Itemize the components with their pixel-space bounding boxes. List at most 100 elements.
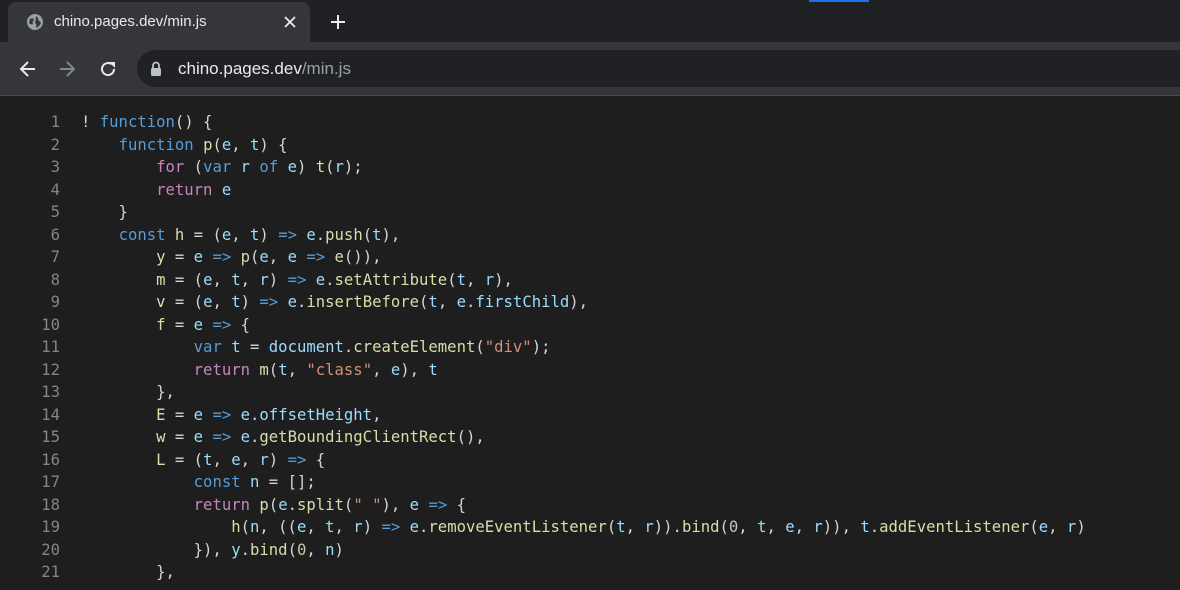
code-token: e [287, 248, 297, 266]
reload-icon[interactable] [94, 55, 122, 83]
code-token: => [306, 248, 326, 266]
code-token: . [296, 293, 307, 311]
line-code: function p(e, t) { [81, 134, 288, 157]
code-token: ( [268, 495, 279, 514]
code-token: )). [653, 518, 682, 536]
code-token: r [259, 450, 269, 469]
code-token: , [372, 405, 382, 424]
code-token: ()), [343, 248, 382, 266]
code-token: }, [81, 563, 175, 581]
code-token: , [306, 540, 326, 559]
code-token: createElement [353, 338, 476, 356]
code-token: (), [456, 428, 485, 446]
code-token: = ( [165, 270, 204, 289]
code-token: t [860, 518, 870, 536]
code-token: , [372, 360, 391, 379]
code-token: t [325, 518, 335, 536]
code-token: of [259, 158, 279, 176]
code-token: removeEventListener [428, 518, 607, 536]
code-token: t [616, 518, 626, 536]
code-token: t [231, 293, 241, 311]
code-token: r [240, 158, 251, 176]
code-token: ( [1029, 518, 1039, 536]
code-token: ), [400, 360, 429, 379]
line-number: 16 [41, 450, 60, 469]
code-token: n [250, 518, 260, 536]
code-token: , [794, 518, 814, 536]
line-number: 13 [41, 383, 60, 401]
browser-toolbar: chino.pages.dev/min.js [0, 42, 1180, 95]
code-token: () { [174, 113, 213, 131]
code-token: ( [362, 225, 373, 244]
code-token: offsetHeight [259, 405, 373, 424]
code-token: , [437, 293, 457, 311]
code-token: , [287, 360, 307, 379]
code-token: , [212, 450, 232, 469]
source-code-view[interactable]: 1! function() {2 function p(e, t) {3 for… [0, 96, 1180, 590]
line-number: 7 [50, 248, 60, 266]
code-token: , [1048, 518, 1067, 536]
code-token: ( [325, 158, 335, 176]
code-token: e [390, 360, 401, 379]
code-token: ( [419, 293, 429, 311]
line-number: 12 [41, 360, 60, 379]
tab-active[interactable]: chino.pages.dev/min.js [8, 2, 310, 42]
code-token: m [156, 270, 166, 289]
url-text[interactable]: chino.pages.dev/min.js [178, 59, 351, 79]
code-line: 17 const n = []; [0, 471, 1180, 494]
address-bar[interactable]: chino.pages.dev/min.js [137, 50, 1180, 87]
code-token: , [240, 270, 260, 289]
code-token: , [212, 270, 232, 289]
code-token: t [250, 225, 260, 244]
code-token: return [193, 360, 251, 379]
line-code: const n = []; [81, 471, 316, 494]
plus-icon[interactable] [325, 9, 351, 35]
code-token: function [118, 135, 194, 154]
code-token: y [156, 248, 166, 266]
code-line: 2 function p(e, t) { [0, 134, 1180, 157]
code-token: . [869, 518, 880, 536]
close-icon[interactable] [280, 12, 300, 32]
code-token: addEventListener [879, 518, 1030, 536]
code-token: e [259, 248, 269, 266]
code-token: ); [343, 158, 363, 176]
code-token: firstChild [475, 293, 570, 311]
code-token: { [447, 495, 466, 514]
code-token: ), [381, 225, 401, 244]
line-code: for (var r of e) t(r); [81, 156, 363, 179]
code-line: 20 }), y.bind(0, n) [0, 539, 1180, 562]
code-token: = ( [165, 450, 204, 469]
line-code: const h = (e, t) => e.push(t), [81, 224, 401, 247]
code-token: var [193, 338, 222, 356]
code-token: , [231, 135, 251, 154]
line-number: 1 [50, 113, 60, 131]
code-token: t [231, 338, 241, 356]
forward-arrow-icon[interactable] [53, 55, 81, 83]
lock-icon[interactable] [149, 61, 163, 77]
code-token: . [250, 428, 260, 446]
code-token: => [428, 495, 448, 514]
code-token: , [306, 518, 326, 536]
code-token: ) [259, 225, 279, 244]
globe-icon [27, 14, 43, 30]
code-line: 10 f = e => { [0, 314, 1180, 337]
code-token: r [484, 270, 495, 289]
code-token: r [813, 518, 823, 536]
code-token: e [306, 225, 316, 244]
back-arrow-icon[interactable] [14, 55, 42, 83]
code-token: = [165, 248, 194, 266]
line-number: 11 [41, 338, 60, 356]
code-token: = [165, 428, 194, 446]
code-token: ( [475, 338, 485, 356]
code-token: r [644, 518, 654, 536]
